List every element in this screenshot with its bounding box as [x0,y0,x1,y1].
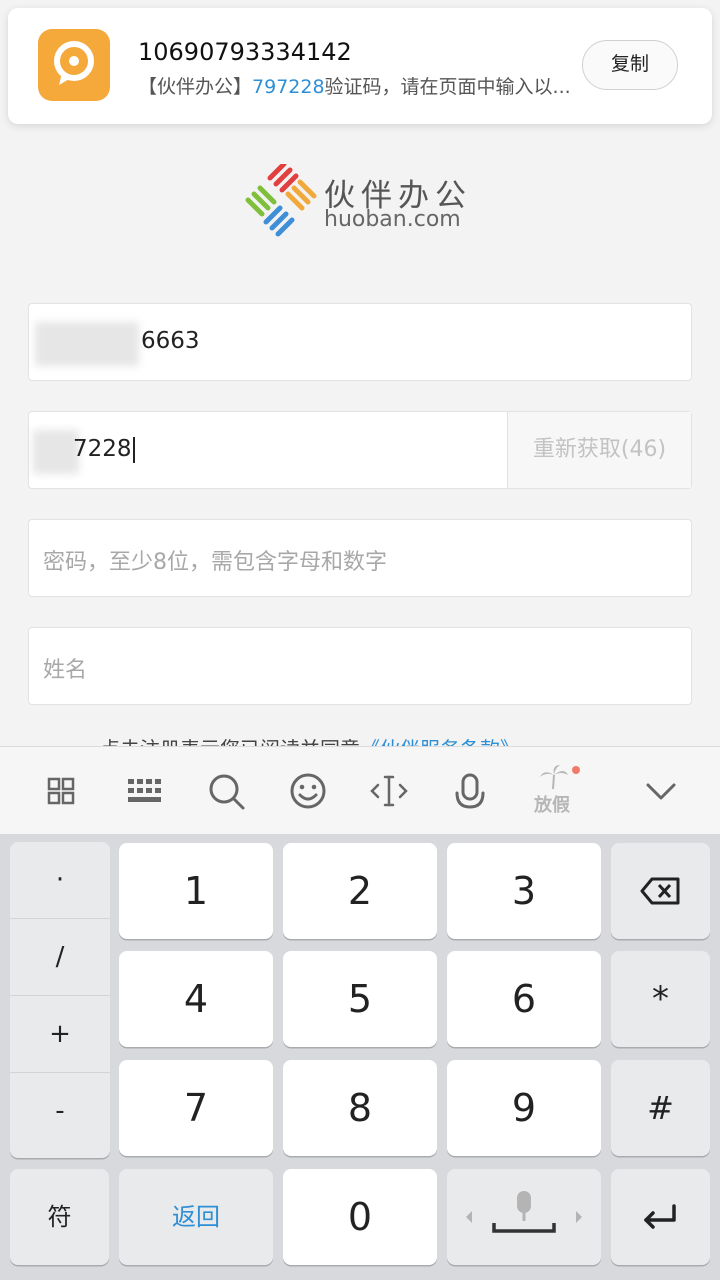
key-plus[interactable]: + [10,996,110,1073]
back-button[interactable]: 返回 [119,1169,273,1265]
space-voice-icon [466,1191,582,1233]
redacted-blur [35,322,139,366]
enter-button[interactable] [611,1169,710,1265]
phone-input[interactable]: 6663 [28,303,692,381]
sms-notification[interactable]: 10690793334142 【伙伴办公】797228验证码，请在页面中输入以.… [8,8,712,124]
key-hash[interactable]: # [611,1060,710,1156]
key-8[interactable]: 8 [283,1060,437,1156]
notification-sender: 10690793334142 [138,38,352,66]
key-0[interactable]: 0 [283,1169,437,1265]
key-6[interactable]: 6 [447,951,601,1047]
search-icon[interactable] [204,769,248,813]
text-cursor [132,436,135,463]
emoji-icon[interactable] [286,769,330,813]
key-9[interactable]: 9 [447,1060,601,1156]
keyboard-toolbar: 放假 [0,746,720,834]
symbol-column: · / + - [10,842,110,1158]
notification-dot [572,766,580,774]
resend-code-button[interactable]: 重新获取(46) [507,412,691,488]
key-slash[interactable]: / [10,919,110,996]
backspace-icon [640,877,680,905]
key-4[interactable]: 4 [119,951,273,1047]
code-value: 7228 [73,436,135,463]
key-3[interactable]: 3 [447,843,601,939]
key-5[interactable]: 5 [283,951,437,1047]
enter-icon [644,1204,676,1229]
space-key[interactable] [447,1169,601,1265]
chevron-down-icon[interactable] [639,769,683,813]
holiday-icon[interactable]: 放假 [530,763,574,819]
logo-domain: huoban.com [324,207,461,232]
key-minus[interactable]: - [10,1073,110,1150]
phone-value: 6663 [141,328,200,354]
verification-code-input[interactable]: 7228 重新获取(46) [28,411,692,489]
password-placeholder: 密码，至少8位，需包含字母和数字 [43,550,387,575]
verification-code: 797228 [252,76,325,98]
key-7[interactable]: 7 [119,1060,273,1156]
key-1[interactable]: 1 [119,843,273,939]
key-2[interactable]: 2 [283,843,437,939]
cursor-icon[interactable] [367,769,411,813]
holiday-label: 放假 [534,795,570,816]
notification-body: 【伙伴办公】797228验证码，请在页面中输入以... [138,76,571,98]
numeric-keyboard: · / + - 1 2 3 4 5 6 * 7 8 9 # 符 返回 0 [0,834,720,1280]
app-logo: 伙伴办公 huoban.com [244,164,484,240]
microphone-icon[interactable] [448,769,492,813]
logo-mark-icon [245,164,317,237]
backspace-button[interactable] [611,843,710,939]
message-bubble-icon [38,29,110,101]
name-input[interactable]: 姓名 [28,627,692,705]
grid-icon[interactable] [39,769,83,813]
key-star[interactable]: * [611,951,710,1047]
key-dot[interactable]: · [10,842,110,919]
keyboard-icon[interactable] [123,769,167,813]
password-input[interactable]: 密码，至少8位，需包含字母和数字 [28,519,692,597]
name-placeholder: 姓名 [43,658,88,683]
copy-button[interactable]: 复制 [582,40,678,90]
symbol-key[interactable]: 符 [10,1169,109,1265]
